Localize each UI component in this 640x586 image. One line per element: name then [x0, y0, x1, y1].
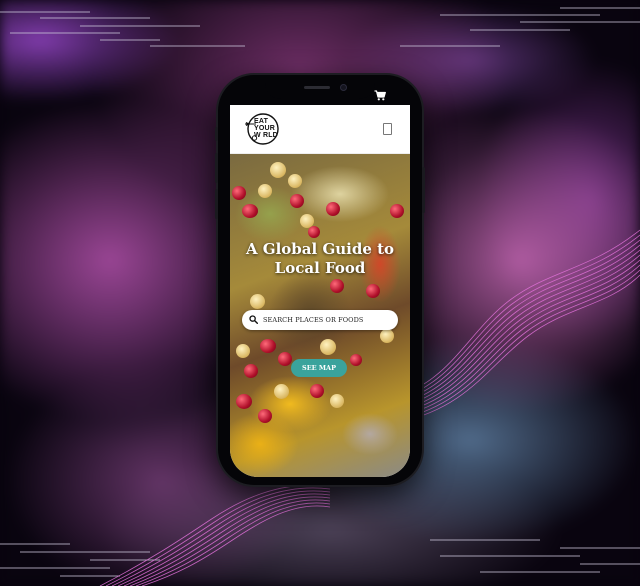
cart-icon[interactable] [374, 90, 386, 101]
pink-wave-right [399, 229, 640, 423]
chickpea [380, 329, 394, 343]
chickpea [274, 384, 289, 399]
pomegranate-seed [242, 204, 258, 218]
chickpea [320, 339, 336, 355]
search-input[interactable] [263, 310, 391, 330]
pomegranate-seed [390, 204, 404, 218]
volume-down-button [215, 189, 218, 219]
pomegranate-seed [308, 226, 320, 238]
volume-up-button [215, 153, 218, 183]
pomegranate-seed [258, 409, 272, 423]
mute-switch [215, 127, 218, 141]
streak-lines-bottom-left [0, 543, 160, 577]
chickpea [258, 184, 272, 198]
pomegranate-seed [278, 352, 292, 366]
chickpea [250, 294, 265, 309]
pomegranate-seed [326, 202, 340, 216]
pomegranate-seed [236, 394, 252, 409]
phone-notch [265, 77, 375, 99]
see-map-button[interactable]: SEE MAP [291, 359, 347, 377]
logo-line-your: YOUR [254, 125, 276, 132]
logo-line-world: W RLD [254, 132, 278, 139]
pomegranate-seed [310, 384, 324, 398]
search-icon[interactable] [249, 315, 258, 324]
menu-icon[interactable] [383, 123, 392, 135]
pomegranate-seed [366, 284, 380, 298]
streak-lines-bottom-right [430, 539, 640, 573]
speaker-grille [304, 86, 330, 89]
streak-lines-top-left [0, 11, 245, 47]
hero-title: A Global Guide to Local Food [245, 240, 395, 277]
logo-text: EAT YOUR W RLD [254, 118, 278, 139]
chickpea [288, 174, 302, 188]
logo-line-eat: EAT [254, 118, 269, 125]
streak-lines-top-right [400, 7, 640, 47]
chickpea [236, 344, 250, 358]
pomegranate-seed [232, 186, 246, 200]
hero-section: A Global Guide to Local Food SEE MAP [230, 154, 410, 477]
pomegranate-seed [350, 354, 362, 366]
power-button [422, 167, 425, 213]
pomegranate-seed [244, 364, 258, 378]
front-camera [340, 84, 347, 91]
chickpea [270, 162, 286, 178]
phone-mockup: EAT YOUR W RLD A Global Guide to Local F… [215, 75, 425, 485]
pomegranate-seed [260, 339, 276, 353]
search-bar[interactable] [242, 310, 398, 330]
chickpea [330, 394, 344, 408]
pomegranate-seed [290, 194, 304, 208]
phone-screen: EAT YOUR W RLD A Global Guide to Local F… [230, 85, 410, 477]
pink-wave-bottom [99, 484, 331, 586]
site-header: EAT YOUR W RLD [230, 105, 410, 154]
pomegranate-seed [330, 279, 344, 293]
